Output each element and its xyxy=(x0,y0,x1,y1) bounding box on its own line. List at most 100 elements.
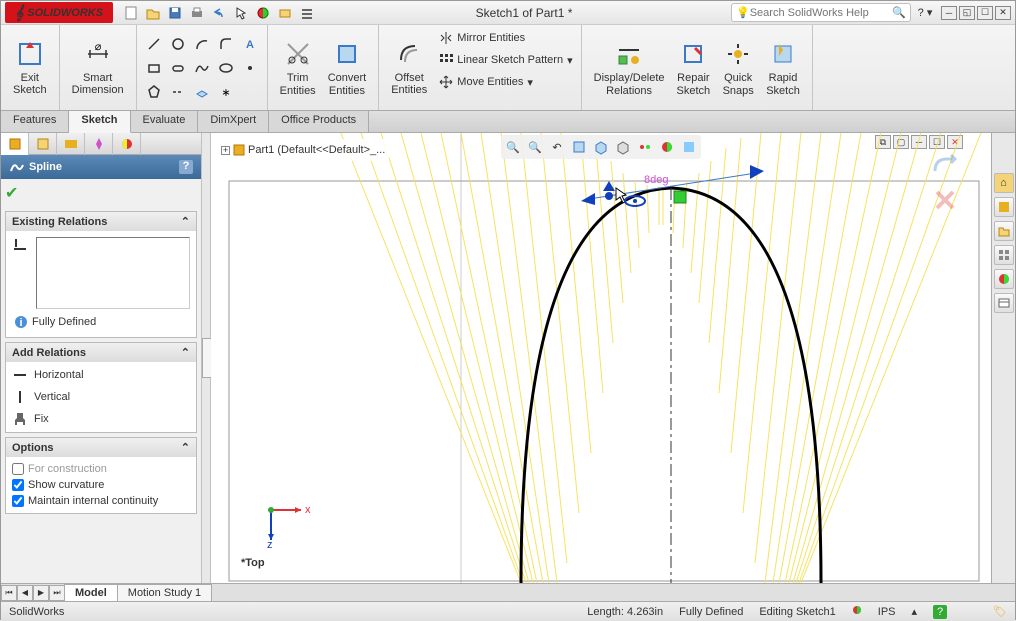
tab-sketch[interactable]: Sketch xyxy=(69,111,130,133)
plane-tool[interactable] xyxy=(191,81,213,103)
panel-splitter[interactable] xyxy=(201,133,211,583)
tab-next[interactable]: ▶ xyxy=(33,585,49,601)
more-tool[interactable] xyxy=(239,81,261,103)
spline-tangent-point[interactable] xyxy=(605,192,613,200)
pm-help-icon[interactable]: ? xyxy=(179,160,193,174)
tab-office[interactable]: Office Products xyxy=(269,111,369,132)
model-tab[interactable]: Model xyxy=(64,584,118,601)
linear-pattern-button[interactable]: Linear Sketch Pattern▾ xyxy=(437,51,574,69)
existing-relations-header[interactable]: Existing Relations⌃ xyxy=(6,212,196,231)
trim-entities-button[interactable]: Trim Entities xyxy=(274,30,322,106)
zoom-fit-button[interactable]: 🔍 xyxy=(503,137,523,157)
centerline-tool[interactable] xyxy=(167,81,189,103)
options-button[interactable] xyxy=(275,3,295,23)
offset-entities-button[interactable]: Offset Entities xyxy=(385,29,433,105)
open-button[interactable] xyxy=(143,3,163,23)
confirm-sketch-icon[interactable] xyxy=(933,155,957,182)
motion-study-tab[interactable]: Motion Study 1 xyxy=(117,584,212,601)
point-tool[interactable] xyxy=(239,57,261,79)
slot-tool[interactable] xyxy=(167,57,189,79)
move-entities-button[interactable]: Move Entities▾ xyxy=(437,73,574,91)
save-button[interactable] xyxy=(165,3,185,23)
expand-icon[interactable]: + xyxy=(221,146,230,155)
spline-handle-left[interactable] xyxy=(581,193,595,205)
select-button[interactable] xyxy=(231,3,251,23)
custom-props-tab[interactable] xyxy=(994,293,1014,313)
exit-sketch-button[interactable]: Exit Sketch xyxy=(7,29,53,105)
relations-list[interactable] xyxy=(36,237,190,309)
ellipse-tool[interactable] xyxy=(215,57,237,79)
vertical-relation[interactable]: Vertical xyxy=(8,386,194,408)
fillet-tool[interactable] xyxy=(215,33,237,55)
line-tool[interactable] xyxy=(143,33,165,55)
horizontal-relation[interactable]: Horizontal xyxy=(8,364,194,386)
fm-tab-feature[interactable] xyxy=(1,133,29,155)
status-units-arrow[interactable]: ▴ xyxy=(912,605,918,618)
new-button[interactable] xyxy=(121,3,141,23)
tab-features[interactable]: Features xyxy=(1,111,69,132)
spline-tool[interactable] xyxy=(191,57,213,79)
file-explorer-tab[interactable] xyxy=(994,221,1014,241)
help-dropdown[interactable]: ? ▾ xyxy=(915,3,935,23)
section-view-button[interactable] xyxy=(569,137,589,157)
display-style-button[interactable] xyxy=(613,137,633,157)
convert-entities-button[interactable]: Convert Entities xyxy=(322,30,373,106)
cancel-sketch-icon[interactable] xyxy=(933,188,957,215)
display-relations-button[interactable]: Display/Delete Relations xyxy=(588,30,671,106)
tab-first[interactable]: ⏮ xyxy=(1,585,17,601)
circle-tool[interactable] xyxy=(167,33,189,55)
resources-tab[interactable]: ⌂ xyxy=(994,173,1014,193)
apply-scene-button[interactable] xyxy=(679,137,699,157)
tab-dimxpert[interactable]: DimXpert xyxy=(198,111,269,132)
view-palette-tab[interactable] xyxy=(994,245,1014,265)
view-orientation-button[interactable] xyxy=(591,137,611,157)
rectangle-tool[interactable] xyxy=(143,57,165,79)
minimize-button[interactable]: ─ xyxy=(941,6,957,20)
previous-view-button[interactable]: ↶ xyxy=(547,137,567,157)
search-icon[interactable]: 🔍 xyxy=(892,6,906,19)
add-relations-header[interactable]: Add Relations⌃ xyxy=(6,343,196,362)
tab-evaluate[interactable]: Evaluate xyxy=(131,111,199,132)
edit-appearance-button[interactable] xyxy=(657,137,677,157)
undo-button[interactable] xyxy=(209,3,229,23)
fm-tab-config[interactable] xyxy=(57,133,85,155)
coincident-relation-icon[interactable] xyxy=(674,191,686,203)
arc-tool[interactable] xyxy=(191,33,213,55)
help-search[interactable]: 💡 🔍 xyxy=(731,3,911,22)
fm-tab-dimxpert[interactable] xyxy=(85,133,113,155)
quick-snaps-button[interactable]: Quick Snaps xyxy=(716,30,760,106)
design-library-tab[interactable] xyxy=(994,197,1014,217)
rebuild-button[interactable] xyxy=(253,3,273,23)
show-curvature-check[interactable] xyxy=(12,479,24,491)
fix-relation[interactable]: Fix xyxy=(8,408,194,430)
zoom-area-button[interactable]: 🔍 xyxy=(525,137,545,157)
polygon-tool[interactable] xyxy=(143,81,165,103)
graphics-viewport[interactable]: + Part1 (Default<<Default>_... 🔍 🔍 ↶ ⧉ ▢… xyxy=(211,133,991,583)
flyout-tree[interactable]: + Part1 (Default<<Default>_... xyxy=(217,139,389,161)
hide-show-button[interactable] xyxy=(635,137,655,157)
maintain-continuity-check[interactable] xyxy=(12,495,24,507)
mirror-entities-button[interactable]: Mirror Entities xyxy=(437,29,574,47)
smart-dimension-button[interactable]: ⌀ Smart Dimension xyxy=(66,29,130,105)
settings-button[interactable] xyxy=(297,3,317,23)
print-button[interactable] xyxy=(187,3,207,23)
status-units[interactable]: IPS xyxy=(878,606,896,618)
text-tool[interactable]: A xyxy=(239,33,261,55)
ok-button[interactable]: ✔ xyxy=(5,183,18,203)
tab-prev[interactable]: ◀ xyxy=(17,585,33,601)
fm-tab-property[interactable] xyxy=(29,133,57,155)
for-construction-check[interactable] xyxy=(12,463,24,475)
maximize-button[interactable]: ☐ xyxy=(977,6,993,20)
options-header[interactable]: Options⌃ xyxy=(6,438,196,457)
equation-tool[interactable]: ∗ xyxy=(215,81,237,103)
search-input[interactable] xyxy=(750,7,893,19)
repair-sketch-button[interactable]: Repair Sketch xyxy=(671,30,717,106)
tab-last[interactable]: ⏭ xyxy=(49,585,65,601)
fm-tab-display[interactable] xyxy=(113,133,141,155)
status-tag-icon[interactable]: 🏷 xyxy=(993,605,1007,618)
restore-button[interactable]: ◱ xyxy=(959,6,975,20)
appearances-tab[interactable] xyxy=(994,269,1014,289)
close-button[interactable]: ✕ xyxy=(995,6,1011,20)
status-help-icon[interactable]: ? xyxy=(933,605,947,619)
rapid-sketch-button[interactable]: Rapid Sketch xyxy=(760,30,806,106)
